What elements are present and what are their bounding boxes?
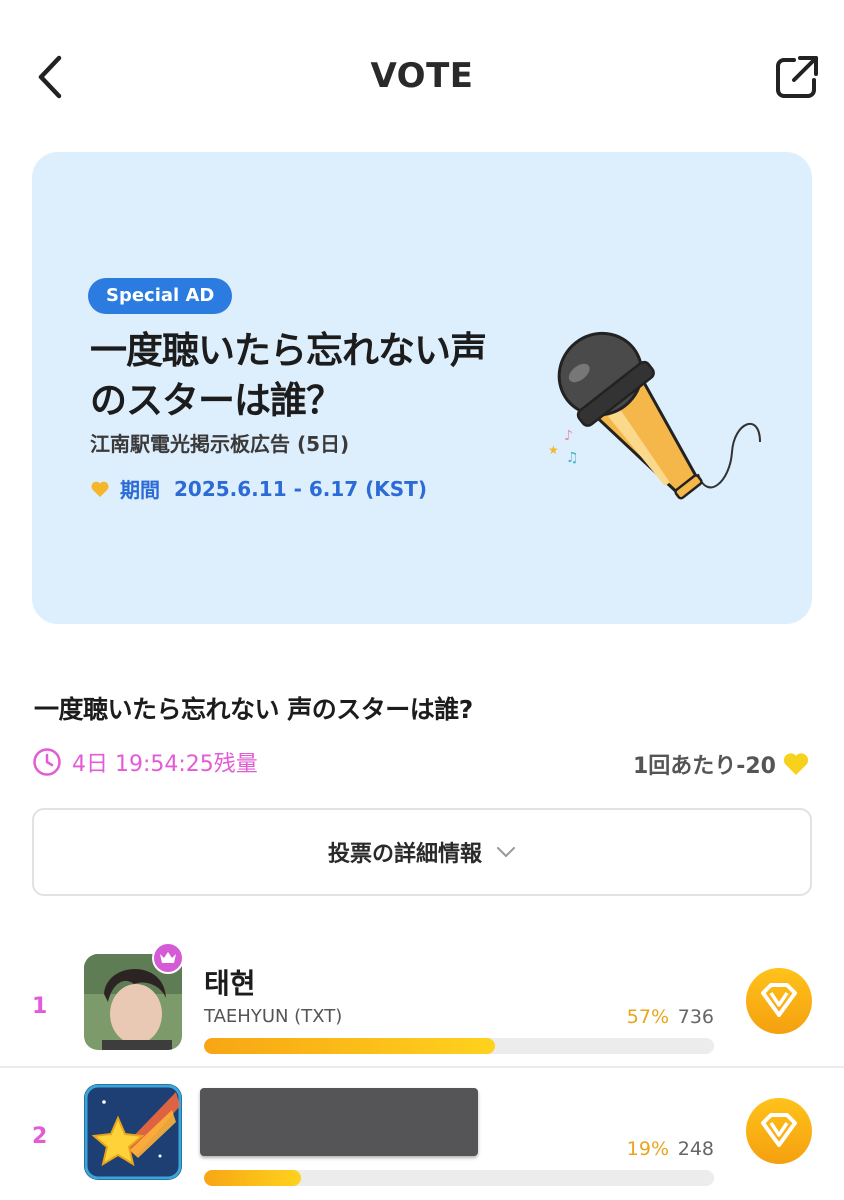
rank-number: 1 bbox=[32, 994, 48, 1019]
svg-text:♫: ♫ bbox=[566, 450, 579, 466]
page-title: VOTE bbox=[370, 56, 474, 96]
vote-progress-fill bbox=[204, 1170, 301, 1186]
ad-banner[interactable]: Special AD 一度聴いたら忘れない声のスターは誰？ 江南駅電光掲示板広告… bbox=[32, 152, 812, 624]
vote-progress-bar bbox=[204, 1170, 714, 1186]
vote-button[interactable] bbox=[746, 1098, 812, 1164]
vote-count: 736 bbox=[677, 1006, 714, 1028]
candidate-subname: TAEHYUN (TXT) bbox=[204, 1006, 343, 1027]
vote-details-button[interactable]: 投票の詳細情報 bbox=[32, 808, 812, 896]
vote-count: 248 bbox=[677, 1138, 714, 1160]
vote-progress-fill bbox=[204, 1038, 495, 1054]
redacted-name-block bbox=[200, 1088, 478, 1156]
period-dates: 2025.6.11 - 6.17 (KST) bbox=[174, 476, 427, 501]
share-external-icon bbox=[776, 56, 818, 98]
banner-subtitle: 江南駅電光掲示板広告 (5日) bbox=[90, 432, 350, 456]
share-button[interactable] bbox=[770, 50, 824, 104]
row-divider bbox=[0, 1066, 844, 1068]
vote-title: 一度聴いたら忘れない 声のスターは誰? bbox=[34, 695, 473, 724]
vote-button[interactable] bbox=[746, 968, 812, 1034]
special-ad-badge: Special AD bbox=[88, 278, 233, 314]
heart-icon bbox=[91, 481, 109, 497]
svg-text:★: ★ bbox=[548, 443, 559, 457]
vote-gem-icon bbox=[761, 983, 797, 1017]
crown-badge bbox=[152, 942, 184, 974]
vote-gem-icon bbox=[761, 1113, 797, 1147]
chevron-down-icon bbox=[497, 847, 515, 857]
timer-text: 4日 19:54:25残量 bbox=[72, 752, 258, 777]
microphone-illustration: ♪ ★ ♫ bbox=[548, 331, 761, 500]
period-label: 期間 bbox=[120, 478, 160, 502]
cost-text: 1回あたり-20 bbox=[632, 754, 776, 779]
clock-icon bbox=[33, 748, 61, 776]
vote-details-label: 投票の詳細情報 bbox=[327, 842, 482, 867]
candidate-row[interactable]: 1 태현 TAEHYUN (TXT) 57% 736 bbox=[0, 942, 844, 1066]
crown-icon bbox=[160, 952, 176, 963]
vote-percent: 19% bbox=[626, 1138, 669, 1160]
shooting-star-image bbox=[84, 1084, 182, 1180]
vote-timer: 4日 19:54:25残量 bbox=[32, 746, 258, 778]
app-header: VOTE bbox=[0, 0, 844, 150]
banner-period: 期間 2025.6.11 - 6.17 (KST) bbox=[90, 474, 427, 503]
vote-progress-bar bbox=[204, 1038, 714, 1054]
vote-percent: 57% bbox=[626, 1006, 669, 1028]
candidate-avatar bbox=[84, 1084, 182, 1180]
candidate-row[interactable]: 2 19% 248 bbox=[0, 1078, 844, 1196]
rank-number: 2 bbox=[32, 1124, 48, 1149]
banner-title: 一度聴いたら忘れない声のスターは誰？ bbox=[90, 329, 487, 422]
svg-text:♪: ♪ bbox=[564, 428, 573, 444]
heart-icon bbox=[783, 753, 809, 775]
candidate-name: 태현 bbox=[204, 967, 256, 1000]
vote-cost: 1回あたり-20 bbox=[633, 748, 810, 780]
